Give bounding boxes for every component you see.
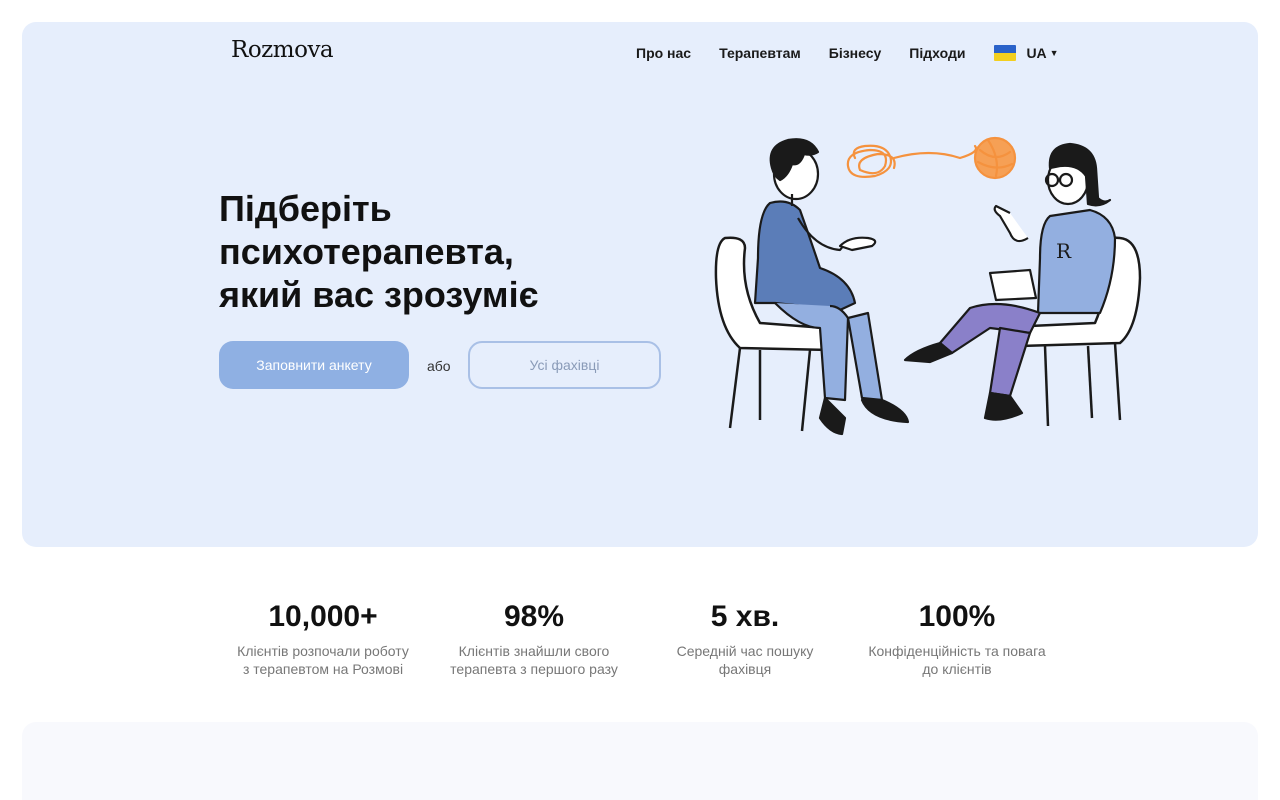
main-nav: Про нас Терапевтам Бізнесу Підходи UA ▼	[636, 44, 1059, 62]
stats-section: 10,000+ Клієнтів розпочали роботу з тера…	[0, 600, 1280, 690]
stat-item: 98% Клієнтів знайшли свого терапевта з п…	[434, 600, 634, 678]
headline-line-1: Підберіть	[219, 188, 392, 229]
stat-value: 98%	[503, 600, 565, 633]
nav-item-approaches[interactable]: Підходи	[909, 45, 965, 61]
stat-desc-line: фахівця	[718, 661, 772, 677]
stat-item: 100% Конфіденційність та повага до клієн…	[857, 600, 1057, 678]
or-text: або	[427, 358, 451, 374]
right-person: R	[903, 142, 1117, 421]
svg-text:R: R	[1056, 239, 1072, 263]
stat-item: 5 хв. Середній час пошуку фахівця	[645, 600, 845, 678]
logo[interactable]: Rozmova	[231, 37, 334, 63]
ukraine-flag-icon	[994, 45, 1017, 61]
all-specialists-button[interactable]: Усі фахівці	[468, 341, 661, 389]
stat-desc-line: терапевта з першого разу	[450, 661, 618, 677]
stat-description: Середній час пошуку фахівця	[645, 642, 845, 678]
stat-desc-line: до клієнтів	[922, 661, 992, 677]
therapy-session-illustration: R	[714, 136, 1142, 436]
headline-line-3: який вас зрозуміє	[219, 274, 539, 315]
tangled-thread	[846, 136, 1017, 180]
left-person	[753, 138, 910, 436]
stat-desc-line: Конфіденційність та повага	[868, 643, 1046, 659]
stat-value: 10,000+	[268, 600, 378, 633]
stat-description: Клієнтів розпочали роботу з терапевтом н…	[223, 642, 423, 678]
nav-item-business[interactable]: Бізнесу	[829, 45, 882, 61]
headline-line-2: психотерапевта,	[219, 231, 514, 272]
stat-item: 10,000+ Клієнтів розпочали роботу з тера…	[223, 600, 423, 678]
stat-description: Клієнтів знайшли свого терапевта з першо…	[434, 642, 634, 678]
chevron-down-icon: ▼	[1049, 48, 1059, 58]
nav-item-therapists[interactable]: Терапевтам	[719, 45, 801, 61]
language-selector[interactable]: UA ▼	[994, 45, 1059, 61]
stat-value: 5 хв.	[710, 600, 780, 633]
next-section-card	[22, 722, 1258, 800]
stat-value: 100%	[918, 600, 996, 633]
stat-desc-line: з терапевтом на Розмові	[242, 661, 404, 677]
fill-questionnaire-button[interactable]: Заповнити анкету	[219, 341, 409, 389]
language-code: UA	[1026, 45, 1047, 61]
stat-desc-line: Середній час пошуку	[676, 643, 814, 659]
hero-headline: Підберіть психотерапевта, який вас зрозу…	[219, 187, 639, 316]
stat-description: Конфіденційність та повага до клієнтів	[857, 642, 1057, 678]
stat-desc-line: Клієнтів знайшли свого	[458, 643, 610, 659]
stat-desc-line: Клієнтів розпочали роботу	[237, 643, 409, 659]
nav-item-about[interactable]: Про нас	[636, 45, 691, 61]
